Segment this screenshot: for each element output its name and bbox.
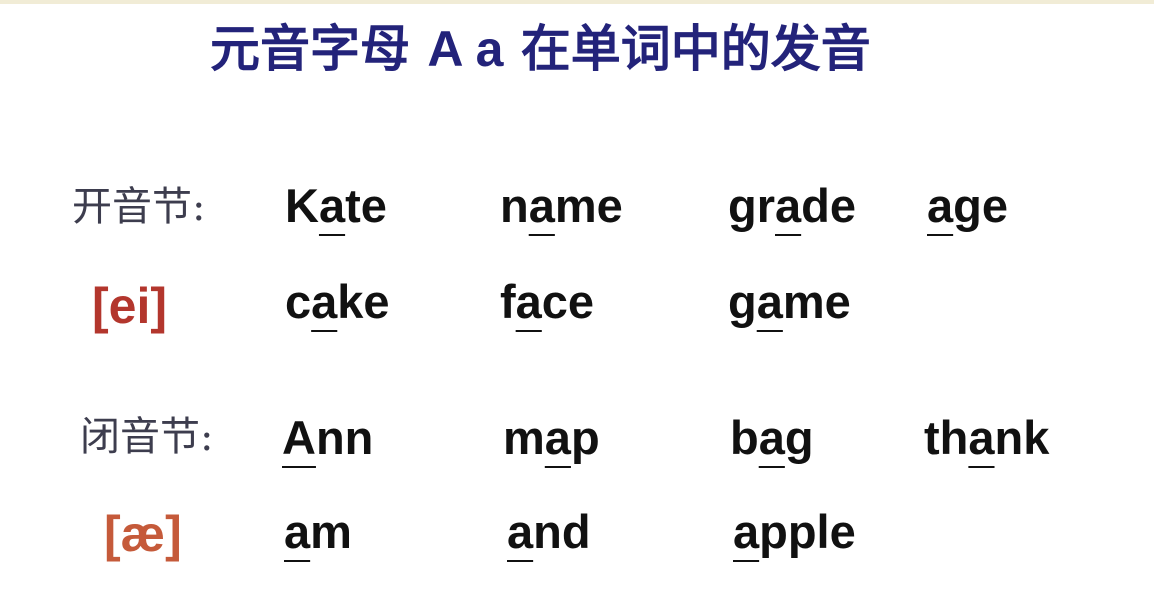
- word-open-1-1: Kate: [285, 179, 387, 232]
- closed-syllable-phonetic: [æ]: [104, 506, 182, 562]
- word-closed-1-4: thank: [924, 411, 1050, 464]
- word-closed-2-1: am: [284, 505, 352, 558]
- closed-syllable-label: 闭音节:: [80, 414, 214, 460]
- word-closed-2-3: apple: [733, 505, 856, 558]
- word-open-2-1: cake: [285, 275, 390, 328]
- title-suffix: 在单词中的发音: [503, 20, 871, 78]
- word-closed-1-3: bag: [730, 411, 814, 464]
- open-syllable-phonetic: [ei]: [92, 278, 167, 334]
- word-closed-1-1: Ann: [282, 411, 374, 464]
- word-closed-2-2: and: [507, 505, 591, 558]
- word-closed-1-2: map: [503, 411, 600, 464]
- word-open-2-3: game: [728, 275, 851, 328]
- title-letters: A a: [427, 21, 504, 77]
- top-band: [0, 0, 1154, 4]
- open-syllable-label: 开音节:: [72, 184, 206, 230]
- title-prefix: 元音字母: [210, 20, 428, 78]
- page-title: 元音字母 A a 在单词中的发音: [210, 10, 1050, 88]
- word-open-1-4: age: [927, 179, 1008, 232]
- word-open-2-2: face: [500, 275, 595, 328]
- word-open-1-2: name: [500, 179, 623, 232]
- word-open-1-3: grade: [728, 179, 856, 232]
